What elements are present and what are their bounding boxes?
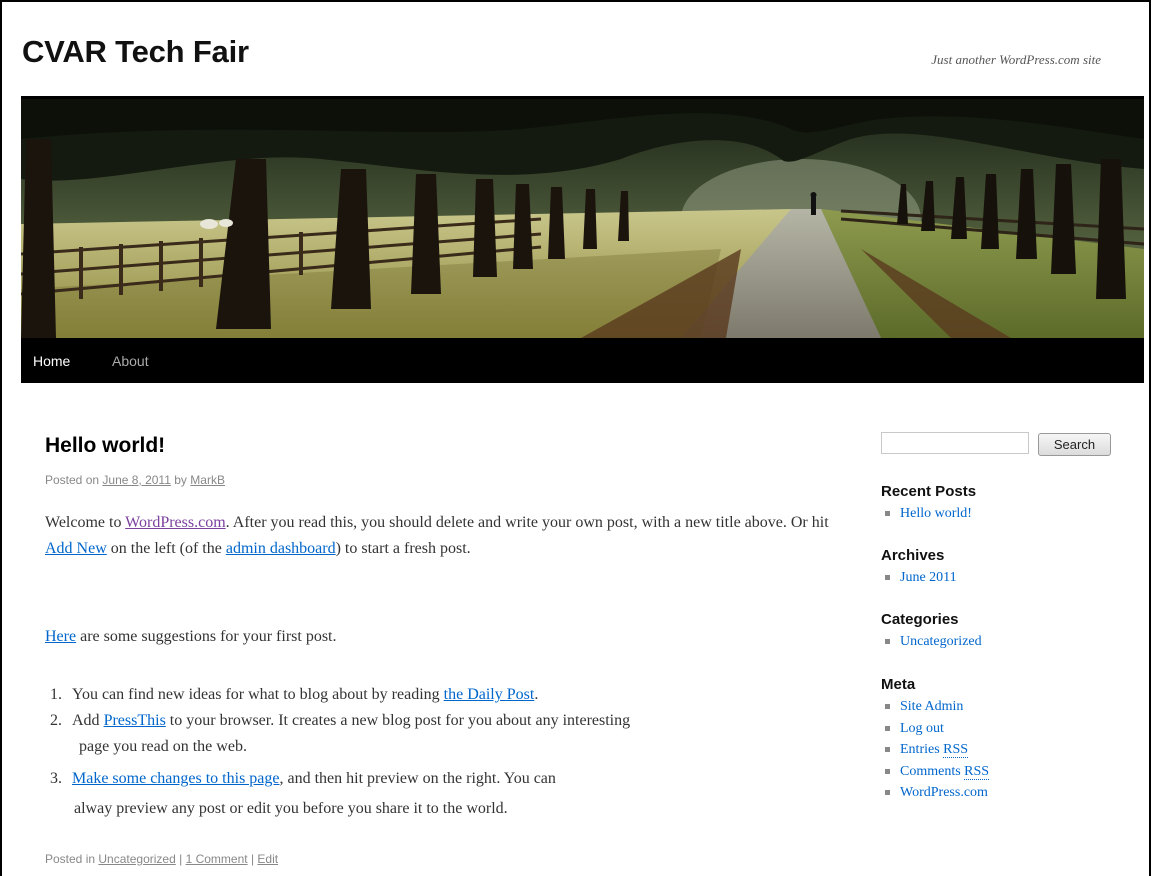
- bullet: [885, 768, 890, 774]
- meta-title: Meta: [881, 676, 916, 693]
- category-link[interactable]: Uncategorized: [900, 634, 982, 649]
- recent-posts-list: Hello world!: [881, 503, 972, 525]
- entries-rss-link[interactable]: Entries RSS: [900, 742, 969, 758]
- bullet: [885, 790, 890, 795]
- list-item: Log out: [881, 718, 989, 740]
- text: , and then hit preview on the right. You…: [279, 770, 556, 787]
- search-button[interactable]: Search: [1038, 433, 1111, 456]
- list-item-continuation: alway preview any post or edit you befor…: [74, 800, 508, 817]
- wordpress-com-link[interactable]: WordPress.com: [900, 785, 988, 800]
- edit-link[interactable]: Edit: [257, 852, 278, 866]
- category-link[interactable]: Uncategorized: [98, 852, 175, 866]
- main-nav: Home About: [21, 338, 1144, 383]
- site-admin-link[interactable]: Site Admin: [900, 699, 963, 714]
- list-number: 2.: [50, 712, 62, 729]
- list-item: June 2011: [881, 567, 957, 589]
- text: Add: [72, 712, 104, 729]
- list-item: 3. Make some changes to this page, and th…: [50, 766, 556, 792]
- add-new-link[interactable]: Add New: [45, 540, 107, 557]
- nav-item-home[interactable]: Home: [33, 353, 70, 369]
- text: to your browser. It creates a new blog p…: [165, 712, 631, 729]
- list-item: Site Admin: [881, 696, 989, 718]
- posted-on-label: Posted on: [45, 473, 100, 487]
- text: . After you read this, you should delete…: [225, 514, 829, 531]
- rss-abbr: RSS: [943, 742, 969, 758]
- site-tagline: Just another WordPress.com site: [931, 52, 1101, 67]
- categories-list: Uncategorized: [881, 631, 982, 653]
- archives-list: June 2011: [881, 567, 957, 589]
- post-footer-meta: Posted in Uncategorized | 1 Comment | Ed…: [45, 852, 278, 866]
- daily-post-link[interactable]: the Daily Post: [444, 686, 535, 703]
- wordpress-link[interactable]: WordPress.com: [125, 514, 225, 531]
- author-link[interactable]: MarkB: [190, 473, 225, 487]
- text: Welcome to: [45, 514, 126, 531]
- log-out-link[interactable]: Log out: [900, 721, 944, 736]
- separator: |: [175, 852, 186, 866]
- list-item: 2. Add PressThis to your browser. It crea…: [50, 708, 630, 734]
- list-item-continuation: page you read on the web.: [79, 738, 247, 755]
- header-banner-image: [21, 96, 1144, 341]
- by-label: by: [174, 473, 187, 487]
- archive-link[interactable]: June 2011: [900, 570, 957, 585]
- text: are some suggestions for your first post…: [76, 628, 337, 645]
- comments-link[interactable]: 1 Comment: [186, 852, 248, 866]
- list-item: Uncategorized: [881, 631, 982, 653]
- bullet: [885, 704, 890, 709]
- list-number: 1.: [50, 686, 62, 703]
- here-link[interactable]: Here: [45, 628, 76, 645]
- post-date-link[interactable]: June 8, 2011: [102, 473, 171, 487]
- text: Entries: [900, 742, 944, 757]
- separator: |: [247, 852, 258, 866]
- post-meta: Posted on June 8, 2011 by MarkB: [45, 473, 225, 487]
- rss-abbr: RSS: [964, 763, 990, 780]
- text: ) to start a fresh post.: [335, 540, 471, 557]
- bullet: [885, 725, 890, 731]
- meta-list: Site Admin Log out Entries RSS Comments …: [881, 696, 990, 804]
- text: on the left (of the: [106, 540, 226, 557]
- paragraph-welcome: Welcome to WordPress.com. After you read…: [45, 510, 835, 562]
- site-title[interactable]: CVAR Tech Fair: [22, 34, 249, 70]
- post-title[interactable]: Hello world!: [45, 434, 165, 458]
- list-number: 3.: [50, 770, 62, 787]
- paragraph-suggestions: Here are some suggestions for your first…: [45, 624, 337, 650]
- list-item: Entries RSS: [881, 739, 989, 761]
- comments-rss-link[interactable]: Comments RSS: [900, 763, 990, 780]
- list-item: Comments RSS: [881, 761, 990, 783]
- nav-item-about[interactable]: About: [112, 353, 149, 369]
- bullet: [885, 575, 890, 580]
- list-item: WordPress.com: [881, 782, 989, 804]
- list-item: Hello world!: [881, 503, 972, 525]
- admin-dashboard-link[interactable]: admin dashboard: [226, 540, 336, 557]
- bullet: [885, 747, 890, 752]
- search-input[interactable]: [881, 432, 1029, 454]
- text: You can find new ideas for what to blog …: [72, 686, 444, 703]
- make-changes-link[interactable]: Make some changes to this page: [72, 770, 280, 787]
- recent-post-link[interactable]: Hello world!: [900, 506, 972, 521]
- pressthis-link[interactable]: PressThis: [104, 712, 166, 729]
- recent-posts-title: Recent Posts: [881, 483, 977, 500]
- list-item: 1. You can find new ideas for what to blo…: [50, 682, 538, 708]
- bullet: [885, 511, 890, 516]
- text: .: [534, 686, 539, 703]
- categories-title: Categories: [881, 611, 959, 628]
- posted-in-label: Posted in: [45, 852, 96, 866]
- text: Comments: [900, 763, 965, 779]
- archives-title: Archives: [881, 547, 945, 564]
- bullet: [885, 639, 890, 644]
